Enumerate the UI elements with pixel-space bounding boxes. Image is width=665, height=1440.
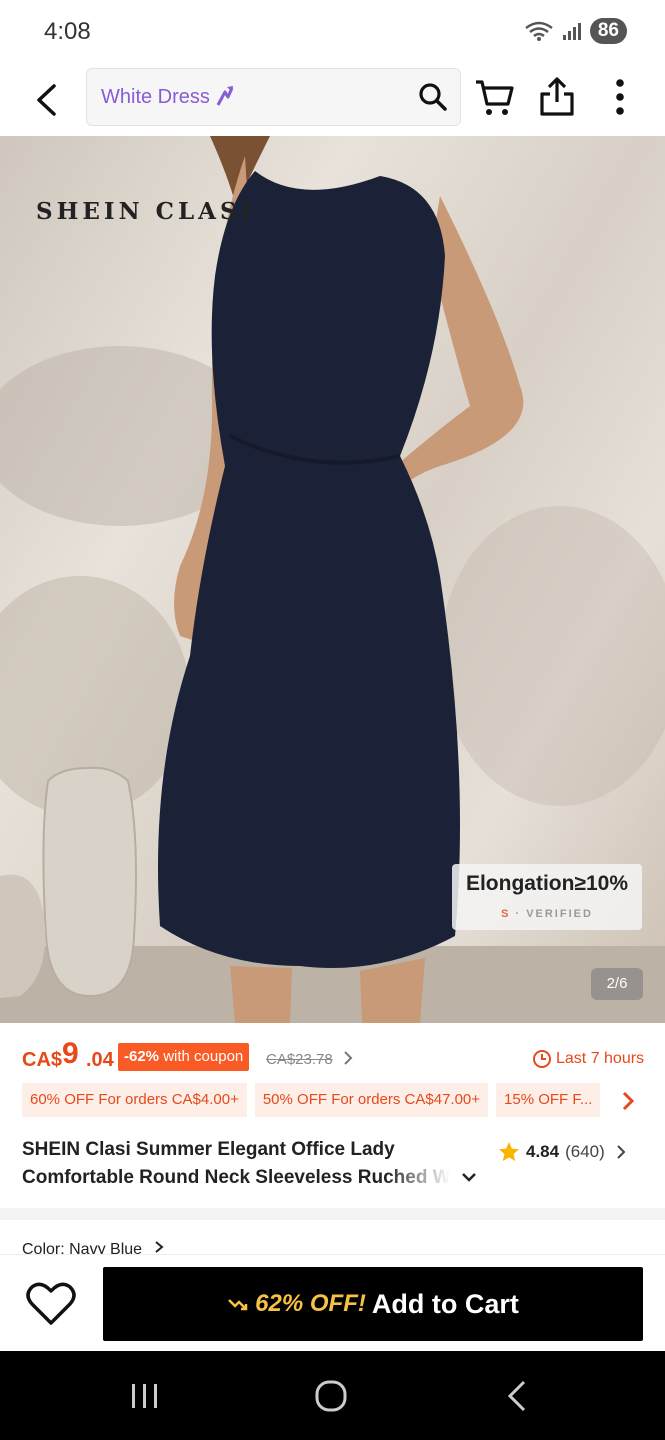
status-time: 4:08 <box>44 18 91 45</box>
elongation-badge: Elongation≥10% S · VERIFIED <box>452 864 642 930</box>
share-icon[interactable] <box>538 76 576 118</box>
add-to-cart-button[interactable]: 62% OFF! Add to Cart <box>103 1267 643 1341</box>
verified-text: · VERIFIED <box>515 908 593 920</box>
system-navigation-bar <box>0 1351 665 1440</box>
wifi-icon <box>525 21 553 41</box>
promo-tag[interactable]: 60% OFF For orders CA$4.00+ <box>22 1083 247 1117</box>
star-icon <box>499 1142 519 1161</box>
price-integer: 9 <box>62 1037 79 1070</box>
product-image[interactable]: SHEIN CLASI Elongation≥10% S · VERIFIED … <box>0 136 665 1023</box>
chevron-right-icon <box>617 1145 626 1159</box>
discount-suffix: with coupon <box>163 1048 244 1065</box>
original-price[interactable]: CA$23.78 <box>266 1051 333 1068</box>
cart-discount-label: 62% OFF! <box>255 1290 366 1317</box>
bottom-action-bar: 62% OFF! Add to Cart <box>0 1254 665 1351</box>
product-title[interactable]: SHEIN Clasi Summer Elegant Office Lady C… <box>22 1136 482 1192</box>
home-icon[interactable] <box>314 1379 348 1413</box>
cart-icon[interactable] <box>474 78 516 118</box>
back-button[interactable] <box>26 80 66 120</box>
search-query: White Dress <box>101 86 210 108</box>
price-row: CA$ 9 .04 -62% with coupon CA$23.78 Last… <box>0 1023 665 1083</box>
clock-icon <box>533 1050 551 1068</box>
price-decimal: .04 <box>86 1049 114 1071</box>
status-icons: 86 <box>524 18 627 44</box>
verified-prefix: S <box>501 908 511 920</box>
chevron-right-icon <box>154 1241 164 1253</box>
more-options-icon[interactable] <box>606 78 634 118</box>
sale-timer: Last 7 hours <box>532 1049 644 1069</box>
add-to-cart-label: Add to Cart <box>371 1288 519 1319</box>
signal-icon <box>562 23 581 40</box>
promo-row: 60% OFF For orders CA$4.00+ 50% OFF For … <box>22 1083 652 1117</box>
promo-tag[interactable]: 15% OFF F... <box>496 1083 601 1117</box>
product-title-line1: SHEIN Clasi Summer Elegant Office Lady <box>22 1139 395 1160</box>
timer-label: Last 7 hours <box>556 1050 645 1067</box>
battery-indicator: 86 <box>589 18 627 44</box>
section-divider <box>0 1208 665 1220</box>
coupon-discount-badge[interactable]: -62% with coupon <box>118 1043 250 1071</box>
price-currency: CA$ <box>22 1049 63 1071</box>
top-nav: White Dress <box>0 66 665 136</box>
image-counter: 2/6 <box>591 968 643 1000</box>
elongation-title: Elongation≥10% <box>465 872 629 895</box>
rating-score: 4.84 <box>526 1142 560 1161</box>
discount-percent: -62% <box>124 1048 160 1065</box>
recent-apps-icon[interactable] <box>130 1381 160 1411</box>
chevron-right-icon[interactable] <box>342 1049 354 1067</box>
color-row-clip: Color: Navy Blue <box>0 1220 665 1256</box>
back-arrow-icon <box>37 84 56 116</box>
status-bar: 4:08 86 <box>0 0 665 66</box>
brand-watermark: SHEIN CLASI <box>36 198 256 225</box>
trending-arrow-icon <box>216 86 234 106</box>
promo-more-chevron-icon[interactable] <box>620 1090 636 1112</box>
expand-title-chevron-icon[interactable] <box>460 1170 478 1184</box>
product-title-line2: Comfortable Round Neck Sleeveless Ruched… <box>22 1164 450 1192</box>
promo-tag[interactable]: 50% OFF For orders CA$47.00+ <box>254 1083 489 1117</box>
review-count: (640) <box>565 1142 605 1161</box>
search-icon[interactable] <box>418 82 448 112</box>
rating-summary[interactable]: 4.84 (640) <box>498 1141 627 1163</box>
verified-label: S · VERIFIED <box>452 908 642 920</box>
wishlist-heart-icon[interactable] <box>26 1281 76 1327</box>
system-back-icon[interactable] <box>505 1379 529 1413</box>
trend-down-icon <box>228 1299 248 1311</box>
search-input[interactable]: White Dress <box>86 68 461 126</box>
